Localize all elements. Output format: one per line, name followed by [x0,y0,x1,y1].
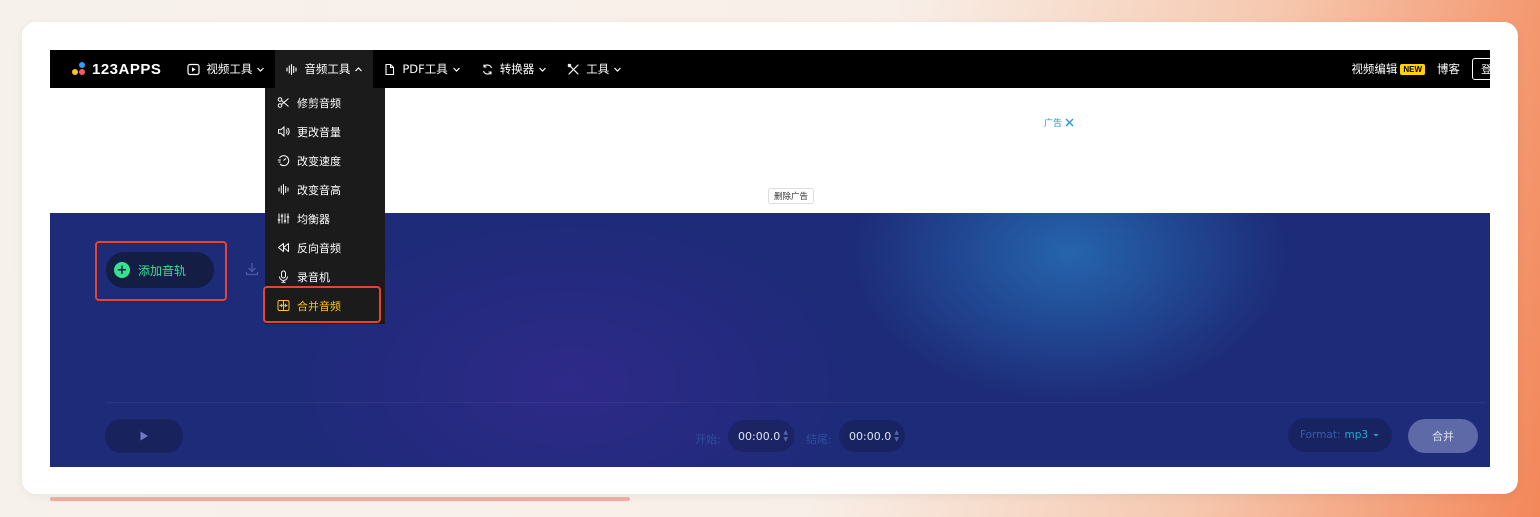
pitch-icon [278,184,289,195]
play-button[interactable] [105,419,183,453]
logo-dots-icon [72,61,88,77]
app-window: 123APPS 视频工具 音频工具 PDF工具 转换器 工具 视频编辑 NEW … [50,50,1490,467]
dropdown-item-label: 反向音频 [297,241,341,255]
nav-audio-tools-label: 音频工具 [304,62,351,76]
nav-video-tools-label: 视频工具 [206,62,253,76]
caret-down-icon [1373,434,1379,437]
start-time-input[interactable]: 00:00.0 ▲ ▼ [728,420,794,452]
dropdown-item-reverse-audio[interactable]: 反向音频 [265,233,385,262]
stepper-icon[interactable]: ▲ ▼ [783,429,788,443]
document-icon [385,63,395,75]
scissors-icon [277,97,289,108]
highlight-box-add-track [95,241,227,301]
nav-tools-label: 工具 [586,62,610,76]
chevron-down-icon [539,67,547,72]
format-value: mp3 [1344,429,1369,441]
format-label: Format: [1299,429,1341,441]
speed-icon [277,155,290,167]
nav-pdf-tools[interactable]: PDF工具 [373,50,470,88]
microphone-icon [279,270,288,283]
end-time-input[interactable]: 00:00.0 ▲ ▼ [839,420,905,452]
chevron-down-icon [257,67,265,72]
nav-tools[interactable]: 工具 [557,50,632,88]
equalizer-icon [277,213,290,224]
top-nav: 123APPS 视频工具 音频工具 PDF工具 转换器 工具 视频编辑 NEW … [50,50,1490,88]
start-time-value: 00:00.0 [738,429,781,443]
highlight-box-merge-audio [263,286,381,323]
play-square-icon [187,63,200,75]
new-badge: NEW [1400,63,1425,75]
blog-link[interactable]: 博客 [1437,61,1460,77]
dropdown-item-change-volume[interactable]: 更改音量 [265,117,385,146]
video-editor-label: 视频编辑 [1351,62,1398,76]
format-select[interactable]: Format: mp3 [1288,418,1392,452]
chevron-down-icon [614,67,622,72]
dropdown-item-label: 改变音高 [297,183,341,197]
progress-bar [50,497,630,501]
nav-right: 视频编辑 NEW 博客 登 [1351,50,1490,88]
dropdown-item-label: 均衡器 [297,212,330,226]
dropdown-item-label: 更改音量 [297,125,341,139]
waveform-icon [286,63,297,75]
ad-label[interactable]: 广告 [1044,116,1074,129]
convert-icon [482,63,492,75]
dropdown-item-trim-audio[interactable]: 修剪音频 [265,88,385,117]
dropdown-item-change-pitch[interactable]: 改变音高 [265,175,385,204]
nav-converter[interactable]: 转换器 [471,50,558,88]
nav-converter-label: 转换器 [499,62,535,76]
dropdown-item-equalizer[interactable]: 均衡器 [265,204,385,233]
ad-label-text: 广告 [1044,119,1063,129]
remove-ad-button[interactable]: 删除广告 [768,188,815,204]
dropdown-item-change-speed[interactable]: 改变速度 [265,146,385,175]
end-label: 结尾: [806,433,832,446]
rewind-icon [278,243,289,252]
editor-divider [106,402,1486,403]
logo[interactable]: 123APPS [72,61,161,78]
chevron-up-icon [355,66,363,71]
dropdown-item-label: 修剪音频 [297,96,341,110]
nav-pdf-tools-label: PDF工具 [402,62,448,76]
tools-icon [567,63,579,75]
download-icon[interactable] [244,261,260,277]
stepper-icon[interactable]: ▲ ▼ [894,429,899,443]
dropdown-item-label: 改变速度 [297,154,341,168]
logo-text: 123APPS [92,60,162,78]
merge-button[interactable]: 合并 [1408,419,1478,453]
login-button[interactable]: 登 [1472,58,1490,80]
end-time-value: 00:00.0 [849,429,892,443]
chevron-down-icon [452,67,460,72]
video-editor-link[interactable]: 视频编辑 NEW [1351,61,1425,77]
start-label: 开始: [695,433,721,446]
nav-audio-tools[interactable]: 音频工具 [275,50,374,88]
volume-icon [278,125,290,138]
close-icon[interactable] [1065,118,1074,127]
nav-video-tools[interactable]: 视频工具 [177,50,275,88]
dropdown-item-label: 录音机 [297,270,330,284]
play-icon [140,431,148,441]
